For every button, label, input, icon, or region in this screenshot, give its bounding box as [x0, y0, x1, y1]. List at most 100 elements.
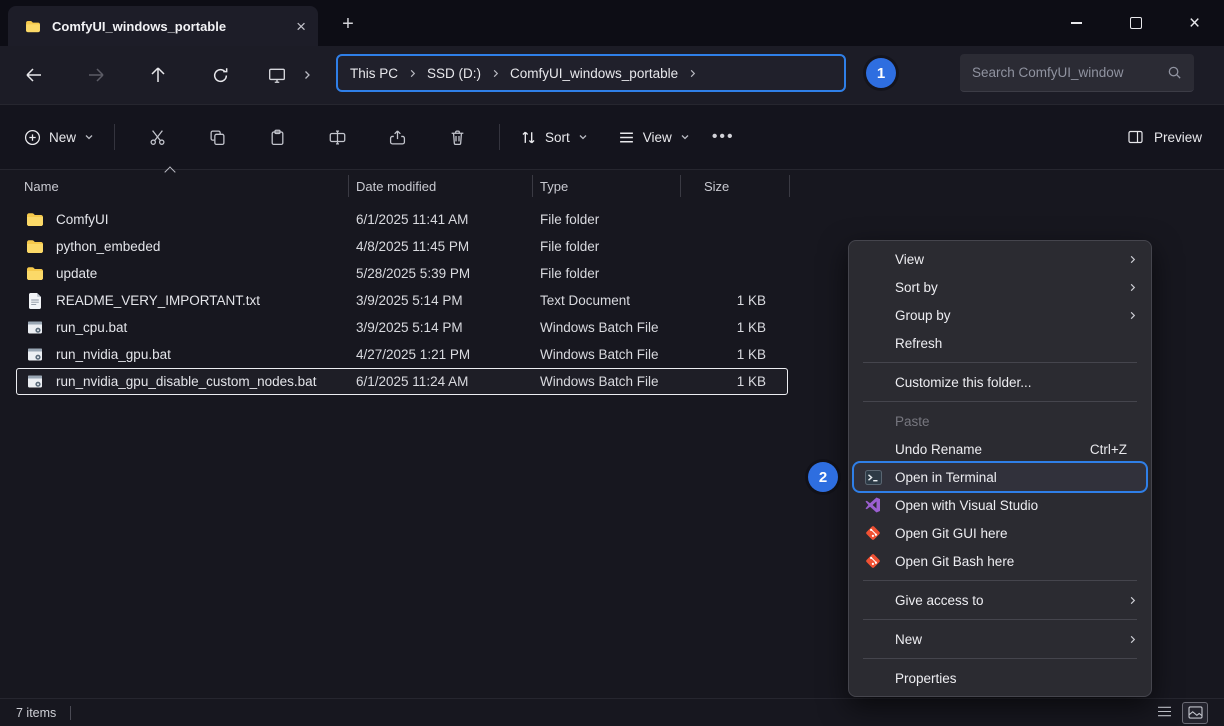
delete-icon — [449, 129, 466, 146]
preview-button[interactable]: Preview — [1127, 129, 1202, 145]
menu-item-undo-rename[interactable]: Undo Rename Ctrl+Z — [854, 435, 1146, 463]
column-divider[interactable] — [789, 175, 790, 197]
column-divider[interactable] — [680, 175, 681, 197]
file-row-comfyui[interactable]: ComfyUI 6/1/2025 11:41 AM File folder — [16, 206, 788, 233]
menu-item-new[interactable]: New — [854, 625, 1146, 653]
cut-button[interactable] — [138, 120, 176, 154]
batch-file-icon — [26, 348, 44, 362]
menu-item-label: View — [895, 252, 924, 267]
new-button-label: New — [49, 130, 76, 145]
large-icons-view-button[interactable] — [1182, 702, 1208, 724]
file-row-run-nvidia-gpu-disable-custom-nodes[interactable]: run_nvidia_gpu_disable_custom_nodes.bat … — [16, 368, 788, 395]
file-date: 6/1/2025 11:41 AM — [352, 212, 536, 227]
column-header-type[interactable]: Type — [536, 179, 690, 194]
menu-item-sort-by[interactable]: Sort by — [854, 273, 1146, 301]
item-count: 7 items — [16, 706, 56, 720]
file-size: 1 KB — [690, 320, 776, 335]
menu-item-open-with-visual-studio[interactable]: Open with Visual Studio — [854, 491, 1146, 519]
more-options-button[interactable]: ••• — [712, 128, 735, 146]
column-size-label: Size — [704, 179, 729, 194]
file-name: ComfyUI — [56, 212, 109, 227]
explorer-tab[interactable]: ComfyUI_windows_portable × — [8, 6, 318, 46]
menu-item-open-in-terminal[interactable]: 2 Open in Terminal — [854, 463, 1146, 491]
menu-item-open-git-bash[interactable]: Open Git Bash here — [854, 547, 1146, 575]
column-headers: Name Date modified Type Size — [16, 169, 790, 203]
chevron-down-icon — [84, 132, 94, 142]
column-date-label: Date modified — [356, 179, 436, 194]
menu-item-customize-folder[interactable]: Customize this folder... — [854, 368, 1146, 396]
chevron-down-icon — [680, 132, 690, 142]
breadcrumb-current-folder[interactable]: ComfyUI_windows_portable — [510, 66, 678, 81]
search-placeholder: Search ComfyUI_window — [972, 65, 1159, 80]
breadcrumb-ssd-d[interactable]: SSD (D:) — [427, 66, 481, 81]
maximize-button[interactable] — [1106, 0, 1165, 46]
up-button[interactable] — [141, 58, 175, 92]
column-header-size[interactable]: Size — [690, 179, 776, 194]
menu-item-properties[interactable]: Properties — [854, 664, 1146, 692]
rename-button[interactable] — [318, 120, 356, 154]
chevron-right-icon — [408, 68, 417, 79]
menu-item-label: Properties — [895, 671, 957, 686]
forward-button[interactable] — [79, 58, 113, 92]
column-divider[interactable] — [348, 175, 349, 197]
address-bar[interactable]: This PC SSD (D:) ComfyUI_windows_portabl… — [336, 54, 846, 92]
menu-item-give-access-to[interactable]: Give access to — [854, 586, 1146, 614]
file-date: 3/9/2025 5:14 PM — [352, 293, 536, 308]
column-type-label: Type — [540, 179, 568, 194]
menu-item-group-by[interactable]: Group by — [854, 301, 1146, 329]
menu-item-refresh[interactable]: Refresh — [854, 329, 1146, 357]
details-view-button[interactable] — [1152, 702, 1176, 722]
chevron-right-icon — [1128, 634, 1137, 645]
new-tab-button[interactable]: + — [334, 11, 362, 37]
file-date: 4/27/2025 1:21 PM — [352, 347, 536, 362]
tab-close-icon[interactable]: × — [296, 18, 306, 35]
share-icon — [389, 129, 406, 146]
view-button[interactable]: View — [610, 123, 698, 152]
search-box[interactable]: Search ComfyUI_window — [960, 54, 1194, 92]
minimize-icon — [1071, 22, 1082, 24]
column-divider[interactable] — [532, 175, 533, 197]
breadcrumb-this-pc[interactable]: This PC — [350, 66, 398, 81]
copy-icon — [209, 129, 226, 146]
annotation-badge-2: 2 — [808, 462, 838, 492]
file-row-run-cpu[interactable]: run_cpu.bat 3/9/2025 5:14 PM Windows Bat… — [16, 314, 788, 341]
file-type: File folder — [536, 266, 690, 281]
annotation-badge-1: 1 — [866, 58, 896, 88]
menu-item-paste[interactable]: Paste — [854, 407, 1146, 435]
file-row-run-nvidia-gpu[interactable]: run_nvidia_gpu.bat 4/27/2025 1:21 PM Win… — [16, 341, 788, 368]
file-row-update[interactable]: update 5/28/2025 5:39 PM File folder — [16, 260, 788, 287]
divider — [499, 124, 500, 150]
file-row-python-embeded[interactable]: python_embeded 4/8/2025 11:45 PM File fo… — [16, 233, 788, 260]
menu-item-view[interactable]: View — [854, 245, 1146, 273]
file-type: File folder — [536, 239, 690, 254]
paste-button[interactable] — [258, 120, 296, 154]
column-header-name[interactable]: Name — [16, 179, 352, 194]
sort-button[interactable]: Sort — [512, 123, 596, 152]
preview-pane-icon — [1127, 129, 1144, 145]
column-header-date-modified[interactable]: Date modified — [352, 179, 536, 194]
file-type: File folder — [536, 212, 690, 227]
delete-button[interactable] — [438, 120, 476, 154]
menu-item-label: Customize this folder... — [895, 375, 1032, 390]
new-button[interactable]: New — [16, 123, 102, 152]
menu-item-label: Give access to — [895, 593, 984, 608]
refresh-button[interactable] — [203, 58, 237, 92]
text-document-icon — [26, 293, 44, 309]
file-row-readme[interactable]: README_VERY_IMPORTANT.txt 3/9/2025 5:14 … — [16, 287, 788, 314]
file-size: 1 KB — [690, 374, 776, 389]
menu-divider — [863, 580, 1137, 581]
close-button[interactable]: × — [1165, 0, 1224, 46]
status-bar: 7 items — [0, 698, 1224, 726]
location-icon-chip[interactable] — [268, 56, 312, 94]
close-icon: × — [1189, 14, 1200, 33]
menu-item-open-git-gui[interactable]: Open Git GUI here — [854, 519, 1146, 547]
share-button[interactable] — [378, 120, 416, 154]
navigation-bar: This PC SSD (D:) ComfyUI_windows_portabl… — [0, 46, 1224, 105]
minimize-button[interactable] — [1047, 0, 1106, 46]
back-button[interactable] — [17, 58, 51, 92]
file-name: run_cpu.bat — [56, 320, 127, 335]
copy-button[interactable] — [198, 120, 236, 154]
chevron-right-icon — [1128, 595, 1137, 606]
menu-divider — [863, 362, 1137, 363]
folder-icon — [26, 239, 44, 254]
